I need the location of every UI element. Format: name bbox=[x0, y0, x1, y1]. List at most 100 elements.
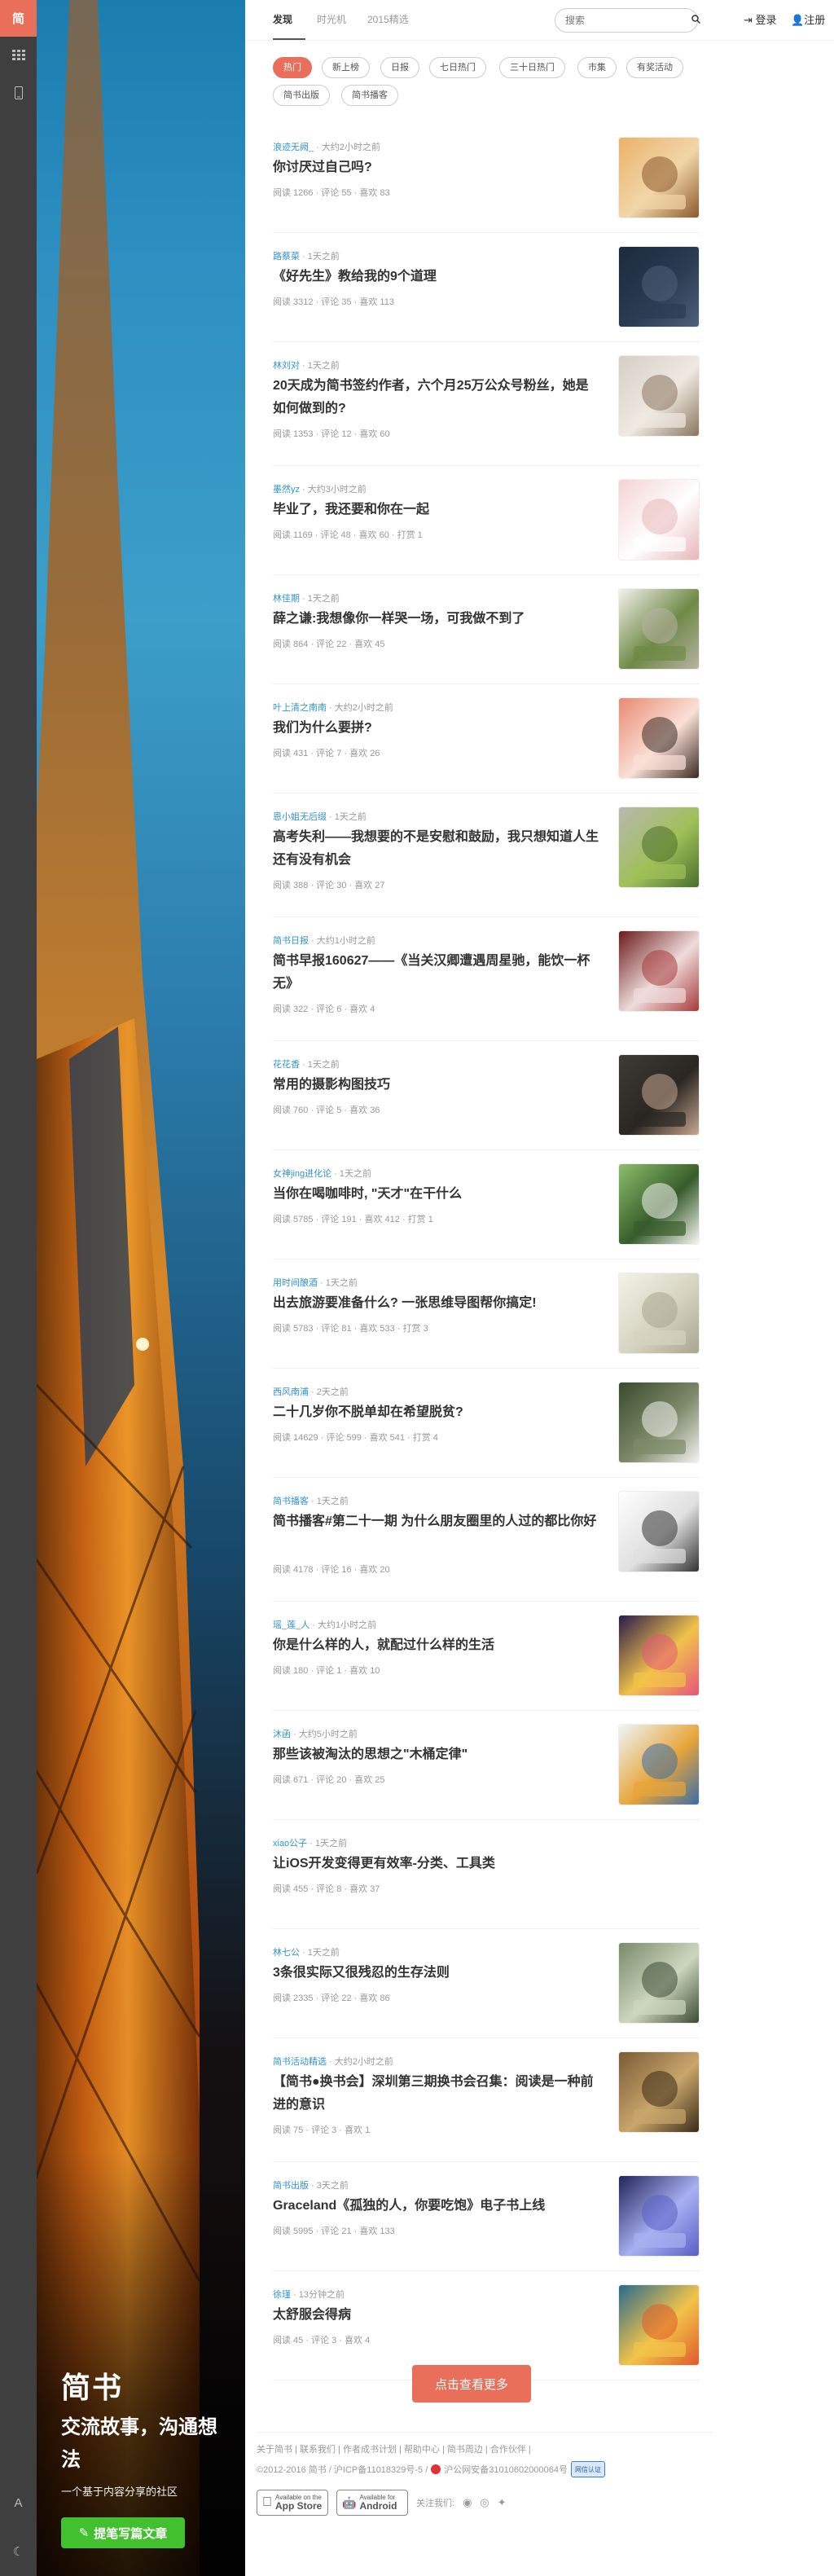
article-item[interactable]: 瑶_莲_人 · 大约1小时之前 你是什么样的人，就配过什么样的生活 阅读 180 ·… bbox=[273, 1602, 700, 1711]
article-author[interactable]: 林佳期 bbox=[273, 594, 300, 604]
grid-icon[interactable] bbox=[0, 37, 37, 74]
article-author[interactable]: 林刘对 bbox=[273, 361, 300, 371]
category-new[interactable]: 新上榜 bbox=[322, 57, 370, 78]
article-title[interactable]: 你讨厌过自己吗? bbox=[273, 156, 599, 179]
article-thumbnail[interactable] bbox=[618, 697, 700, 779]
article-author[interactable]: 简书活动精选 bbox=[273, 2057, 327, 2067]
article-author[interactable]: 浪迹无阙_ bbox=[273, 143, 314, 152]
weibo-icon[interactable]: ◉ bbox=[463, 2496, 472, 2509]
article-author[interactable]: 花花香 bbox=[273, 1060, 300, 1070]
article-author[interactable]: 叶上清之南南 bbox=[273, 703, 327, 713]
article-author[interactable]: 恩小姐无后缀 bbox=[273, 812, 327, 822]
article-item[interactable]: 女神jing进化论 · 1天之前 当你在喝咖啡时, "天才"在干什么 阅读 5785… bbox=[273, 1150, 700, 1259]
article-title[interactable]: 二十几岁你不脱单却在希望脱贫? bbox=[273, 1401, 599, 1424]
article-thumbnail[interactable] bbox=[618, 1273, 700, 1354]
article-thumbnail[interactable] bbox=[618, 1382, 700, 1463]
tab-time-machine[interactable]: 时光机 bbox=[317, 0, 346, 41]
article-title[interactable]: 3条很实际又很残忍的生存法则 bbox=[273, 1962, 599, 1985]
article-author[interactable]: 路蔡菜 bbox=[273, 252, 300, 262]
article-author[interactable]: 用时间酿酒 bbox=[273, 1278, 318, 1288]
wechat-icon[interactable]: ◎ bbox=[480, 2496, 489, 2509]
article-thumbnail[interactable] bbox=[618, 2051, 700, 2133]
article-item[interactable]: 西风南浦 · 2天之前 二十几岁你不脱单却在希望脱贫? 阅读 14629 · 评论 … bbox=[273, 1369, 700, 1478]
moon-icon[interactable]: ☾ bbox=[0, 2527, 37, 2576]
android-button[interactable]: 🤖 Available for Android bbox=[336, 2490, 408, 2516]
article-title[interactable]: 太舒服会得病 bbox=[273, 2304, 599, 2327]
article-author[interactable]: 简书日报 bbox=[273, 936, 309, 946]
article-author[interactable]: 西风南浦 bbox=[273, 1387, 309, 1397]
article-title[interactable]: 【简书●换书会】深圳第三期换书会召集：阅读是一种前进的意识 bbox=[273, 2071, 599, 2117]
article-title[interactable]: 《好先生》教给我的9个道理 bbox=[273, 266, 599, 288]
article-title[interactable]: 20天成为简书签约作者，六个月25万公众号粉丝，她是如何做到的? bbox=[273, 375, 599, 420]
article-item[interactable]: 用时间酿酒 · 1天之前 出去旅游要准备什么? 一张思维导图帮你搞定! 阅读 578… bbox=[273, 1259, 700, 1369]
article-item[interactable]: 林刘对 · 1天之前 20天成为简书签约作者，六个月25万公众号粉丝，她是如何做到… bbox=[273, 342, 700, 466]
article-item[interactable]: 路蔡菜 · 1天之前 《好先生》教给我的9个道理 阅读 3312 · 评论 35 ·… bbox=[273, 233, 700, 342]
article-thumbnail[interactable] bbox=[618, 588, 700, 670]
login-link[interactable]: ⇥ 登录 bbox=[744, 0, 777, 41]
search-input[interactable] bbox=[565, 15, 691, 26]
article-author[interactable]: 徐瑾 bbox=[273, 2290, 291, 2300]
category-market[interactable]: 市集 bbox=[577, 57, 617, 78]
category-podcast[interactable]: 简书播客 bbox=[341, 85, 398, 106]
search-icon[interactable] bbox=[691, 15, 701, 26]
article-thumbnail[interactable] bbox=[618, 2175, 700, 2257]
article-title[interactable]: 你是什么样的人，就配过什么样的生活 bbox=[273, 1634, 599, 1657]
jianshu-logo[interactable]: 简 bbox=[0, 0, 37, 37]
tab-discover[interactable]: 发现 bbox=[273, 0, 292, 41]
article-title[interactable]: 出去旅游要准备什么? 一张思维导图帮你搞定! bbox=[273, 1292, 599, 1315]
category-activity[interactable]: 有奖活动 bbox=[626, 57, 683, 78]
category-hot[interactable]: 热门 bbox=[273, 57, 312, 78]
load-more-button[interactable]: 点击查看更多 bbox=[412, 2365, 531, 2402]
article-thumbnail[interactable] bbox=[618, 2284, 700, 2366]
article-item[interactable]: 花花香 · 1天之前 常用的摄影构图技巧 阅读 760 · 评论 5 · 喜欢 36 bbox=[273, 1041, 700, 1150]
article-item[interactable]: 墨然yz · 大约3小时之前 毕业了，我还要和你在一起 阅读 1169 · 评论 4… bbox=[273, 466, 700, 575]
register-link[interactable]: 👤注册 bbox=[791, 0, 825, 41]
article-item[interactable]: 沐函 · 大约5小时之前 那些该被淘汰的思想之"木桶定律" 阅读 671 · 评论 … bbox=[273, 1711, 700, 1820]
article-title[interactable]: 那些该被淘汰的思想之"木桶定律" bbox=[273, 1743, 599, 1766]
article-title[interactable]: 简书播客#第二十一期 为什么朋友圈里的人过的都比你好 bbox=[273, 1510, 599, 1533]
category-publishing[interactable]: 简书出版 bbox=[273, 85, 330, 106]
article-thumbnail[interactable] bbox=[618, 807, 700, 888]
article-item[interactable]: 简书活动精选 · 大约2小时之前 【简书●换书会】深圳第三期换书会召集：阅读是一种… bbox=[273, 2038, 700, 2162]
twitter-icon[interactable]: ✦ bbox=[498, 2496, 507, 2509]
article-author[interactable]: xiao公子 bbox=[273, 1839, 307, 1848]
article-title[interactable]: Graceland《孤独的人，你要吃饱》电子书上线 bbox=[273, 2195, 599, 2218]
tab-2015-best[interactable]: 2015精选 bbox=[367, 0, 409, 41]
article-title[interactable]: 简书早报160627——《当关汉卿遭遇周星驰，能饮一杯无》 bbox=[273, 950, 599, 996]
article-author[interactable]: 女神jing进化论 bbox=[273, 1169, 331, 1179]
font-icon[interactable]: A bbox=[0, 2478, 37, 2527]
article-title[interactable]: 薛之谦:我想像你一样哭一场，可我做不到了 bbox=[273, 608, 599, 631]
article-thumbnail[interactable] bbox=[618, 355, 700, 437]
footer-links[interactable]: 关于简书 | 联系我们 | 作者成书计划 | 帮助中心 | 简书周边 | 合作伙… bbox=[257, 2442, 713, 2460]
article-title[interactable]: 我们为什么要拼? bbox=[273, 717, 599, 740]
article-title[interactable]: 当你在喝咖啡时, "天才"在干什么 bbox=[273, 1183, 599, 1206]
article-thumbnail[interactable] bbox=[618, 137, 700, 218]
article-author[interactable]: 简书出版 bbox=[273, 2181, 309, 2191]
article-item[interactable]: 徐瑾 · 13分钟之前 太舒服会得病 阅读 45 · 评论 3 · 喜欢 4 bbox=[273, 2271, 700, 2380]
article-author[interactable]: 林七公 bbox=[273, 1948, 300, 1958]
article-thumbnail[interactable] bbox=[618, 246, 700, 327]
category-30day[interactable]: 三十日热门 bbox=[499, 57, 565, 78]
article-author[interactable]: 简书播客 bbox=[273, 1497, 309, 1506]
category-7day[interactable]: 七日热门 bbox=[429, 57, 486, 78]
article-thumbnail[interactable] bbox=[618, 1615, 700, 1696]
article-item[interactable]: 恩小姐无后缀 · 1天之前 高考失利——我想要的不是安慰和鼓励，我只想知道人生还有… bbox=[273, 793, 700, 917]
write-article-button[interactable]: ✎ 提笔写篇文章 bbox=[61, 2517, 185, 2548]
article-author[interactable]: 沐函 bbox=[273, 1730, 291, 1739]
article-item[interactable]: 浪迹无阙_ · 大约2小时之前 你讨厌过自己吗? 阅读 1266 · 评论 55 ·… bbox=[273, 124, 700, 233]
article-title[interactable]: 毕业了，我还要和你在一起 bbox=[273, 499, 599, 521]
article-thumbnail[interactable] bbox=[618, 1163, 700, 1245]
article-item[interactable]: 简书出版 · 3天之前 Graceland《孤独的人，你要吃饱》电子书上线 阅读 5… bbox=[273, 2162, 700, 2271]
article-item[interactable]: 叶上清之南南 · 大约2小时之前 我们为什么要拼? 阅读 431 · 评论 7 · … bbox=[273, 684, 700, 793]
article-item[interactable]: xiao公子 · 1天之前 让iOS开发变得更有效率-分类、工具类 阅读 455 ·… bbox=[273, 1820, 700, 1929]
article-thumbnail[interactable] bbox=[618, 1491, 700, 1572]
article-author[interactable]: 墨然yz bbox=[273, 485, 300, 495]
article-item[interactable]: 林佳期 · 1天之前 薛之谦:我想像你一样哭一场，可我做不到了 阅读 864 · 评… bbox=[273, 575, 700, 684]
app-store-button[interactable]:  Available on theApp Store bbox=[257, 2490, 328, 2516]
article-thumbnail[interactable] bbox=[618, 1724, 700, 1805]
article-thumbnail[interactable] bbox=[618, 1054, 700, 1136]
article-item[interactable]: 简书播客 · 1天之前 简书播客#第二十一期 为什么朋友圈里的人过的都比你好 阅读 … bbox=[273, 1478, 700, 1602]
phone-icon[interactable] bbox=[0, 74, 37, 112]
category-daily[interactable]: 日报 bbox=[380, 57, 419, 78]
article-item[interactable]: 林七公 · 1天之前 3条很实际又很残忍的生存法则 阅读 2335 · 评论 22 … bbox=[273, 1929, 700, 2038]
